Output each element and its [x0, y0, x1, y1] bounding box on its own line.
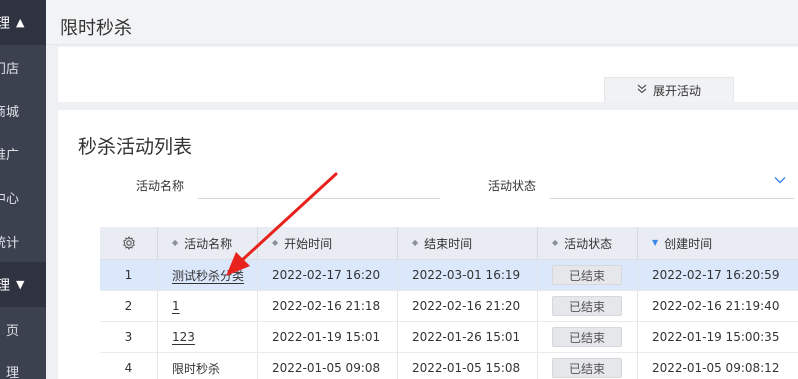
- sidebar-item-label: 推广: [0, 148, 19, 163]
- column-header-start[interactable]: ◆ 开始时间: [258, 227, 398, 259]
- activity-name-link[interactable]: 123: [172, 330, 195, 344]
- column-header-end[interactable]: ◆ 结束时间: [398, 227, 538, 259]
- table-row[interactable]: 2 1 2022-02-16 21:18 2022-02-16 21:20 已结…: [100, 291, 798, 322]
- row-index: 1: [100, 260, 158, 290]
- chevron-double-down-icon: [637, 84, 647, 97]
- status-badge: 已结束: [552, 296, 622, 316]
- row-end: 2022-02-16 21:20: [398, 291, 538, 321]
- table-header-row: ◆ 活动名称 ◆ 开始时间 ◆ 结束时间 ◆ 活动状态 ▼ 创建时间: [100, 227, 798, 260]
- column-settings[interactable]: [100, 227, 158, 259]
- caret-up-icon: ▲: [16, 16, 25, 29]
- activity-name-text[interactable]: 限时秒杀: [172, 360, 220, 377]
- activity-list-panel: 秒杀活动列表 活动名称 活动状态 ◆ 活动名称 ◆ 开始时间 ◆ 结束时间 ◆ 活动状态…: [58, 110, 798, 379]
- sort-icon[interactable]: ◆: [412, 239, 418, 247]
- row-created: 2022-01-19 15:00:35: [652, 330, 780, 344]
- row-end: 2022-01-26 15:01: [398, 322, 538, 352]
- status-badge: 已结束: [552, 358, 622, 378]
- sort-descending-icon[interactable]: ▼: [652, 239, 658, 247]
- sidebar-item-label: 中心: [0, 192, 19, 207]
- sidebar-item-label: 统计: [0, 236, 19, 251]
- gear-icon[interactable]: [122, 236, 136, 250]
- activity-status-select[interactable]: [550, 198, 794, 199]
- sidebar-item-label: 门店: [0, 62, 19, 77]
- sidebar-item-page[interactable]: 页: [0, 320, 46, 340]
- row-start: 2022-01-19 15:01: [258, 322, 398, 352]
- row-status-cell: 已结束: [538, 260, 638, 290]
- activity-name-input[interactable]: [198, 198, 440, 199]
- sidebar-item-manage[interactable]: 理: [0, 362, 46, 379]
- row-index: 2: [100, 291, 158, 321]
- row-name-cell: 1: [158, 291, 258, 321]
- row-name-cell: 限时秒杀: [158, 353, 258, 379]
- sidebar: 理 ▲ 门店 商城 推广 中心 统计 理 ▼ 页 理: [0, 0, 46, 379]
- sidebar-item-label: 商城: [0, 105, 19, 120]
- row-index: 4: [100, 353, 158, 379]
- row-name-cell: 测试秒杀分类: [158, 260, 258, 290]
- filter-panel: 展开活动: [58, 47, 798, 102]
- row-created: 2022-02-16 21:19:40: [652, 299, 780, 313]
- row-status-cell: 已结束: [538, 291, 638, 321]
- column-header-name[interactable]: ◆ 活动名称: [158, 227, 258, 259]
- sort-icon[interactable]: ◆: [552, 239, 558, 247]
- page-header: 限时秒杀: [46, 0, 798, 45]
- row-end: 2022-01-05 15:08: [398, 353, 538, 379]
- sort-icon[interactable]: ◆: [172, 239, 178, 247]
- chevron-down-icon[interactable]: [774, 174, 786, 186]
- activity-status-label: 活动状态: [488, 179, 537, 193]
- sidebar-group-2[interactable]: 理 ▼: [0, 262, 46, 307]
- sidebar-group-label: 理: [0, 277, 10, 294]
- expand-activities-label: 展开活动: [652, 83, 701, 98]
- sidebar-item-stores[interactable]: 门店: [0, 58, 46, 78]
- column-header-label: 活动名称: [184, 236, 233, 251]
- column-header-status[interactable]: ◆ 活动状态: [538, 227, 638, 259]
- row-start: 2022-02-16 21:18: [258, 291, 398, 321]
- row-index: 3: [100, 322, 158, 352]
- row-status-cell: 已结束: [538, 322, 638, 352]
- row-created: 2022-01-05 09:08:12: [652, 361, 780, 375]
- status-badge: 已结束: [552, 327, 622, 347]
- table-row[interactable]: 3 123 2022-01-19 15:01 2022-01-26 15:01 …: [100, 322, 798, 353]
- sort-icon[interactable]: ◆: [272, 239, 278, 247]
- column-header-label: 开始时间: [284, 236, 333, 251]
- list-title: 秒杀活动列表: [78, 136, 193, 158]
- sidebar-group-1[interactable]: 理 ▲: [0, 0, 46, 45]
- sidebar-group-label: 理: [0, 15, 10, 32]
- sidebar-item-statistics[interactable]: 统计: [0, 232, 46, 252]
- sidebar-item-center[interactable]: 中心: [0, 188, 46, 208]
- row-name-cell: 123: [158, 322, 258, 352]
- activity-name-link[interactable]: 1: [172, 299, 180, 313]
- table-row[interactable]: 4 限时秒杀 2022-01-05 09:08 2022-01-05 15:08…: [100, 353, 798, 379]
- activity-name-label: 活动名称: [136, 179, 185, 193]
- caret-down-icon: ▼: [16, 278, 25, 291]
- page-title: 限时秒杀: [60, 18, 132, 39]
- sidebar-item-mall[interactable]: 商城: [0, 101, 46, 121]
- expand-activities-button[interactable]: 展开活动: [604, 77, 734, 102]
- sidebar-item-promotion[interactable]: 推广: [0, 144, 46, 164]
- row-start: 2022-02-17 16:20: [258, 260, 398, 290]
- status-badge: 已结束: [552, 265, 622, 285]
- row-end: 2022-03-01 16:19: [398, 260, 538, 290]
- column-header-created[interactable]: ▼ 创建时间: [638, 227, 798, 259]
- sidebar-item-label: 页: [5, 324, 19, 339]
- activity-name-link[interactable]: 测试秒杀分类: [172, 267, 244, 284]
- column-header-label: 结束时间: [424, 236, 473, 251]
- row-created: 2022-02-17 16:20:59: [652, 268, 780, 282]
- column-header-label: 创建时间: [664, 236, 713, 251]
- sidebar-item-label: 理: [5, 366, 19, 379]
- table-row[interactable]: 1 测试秒杀分类 2022-02-17 16:20 2022-03-01 16:…: [100, 260, 798, 291]
- column-header-label: 活动状态: [564, 236, 613, 251]
- row-status-cell: 已结束: [538, 353, 638, 379]
- row-start: 2022-01-05 09:08: [258, 353, 398, 379]
